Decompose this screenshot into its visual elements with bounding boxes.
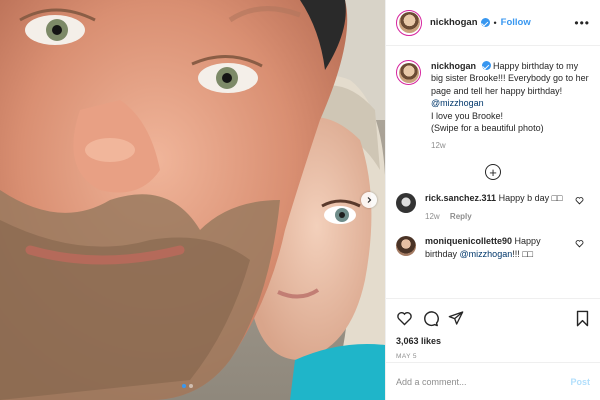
comment-mention[interactable]: @mizzhogan	[460, 249, 513, 259]
comment-like-icon[interactable]	[575, 239, 584, 248]
caption-mention[interactable]: @mizzhogan	[431, 98, 484, 108]
verified-icon	[480, 18, 490, 27]
caption-line-3: (Swipe for a beautiful photo)	[431, 123, 544, 134]
post-side-panel: nickhogan • Follow ••• nickhogan Happy b…	[385, 0, 600, 400]
chevron-right-icon	[367, 197, 372, 203]
load-more-comments-button[interactable]: +	[485, 164, 501, 181]
more-options-button[interactable]: •••	[574, 17, 590, 29]
share-icon	[448, 311, 464, 325]
caption-avatar[interactable]	[396, 60, 421, 85]
comment-timestamp: 12w	[425, 211, 440, 221]
comment-meta: 12w Reply	[425, 211, 575, 223]
caption-text: nickhogan Happy birthday to my big siste…	[431, 60, 590, 134]
comment-button[interactable]	[422, 310, 439, 327]
carousel-dot	[189, 384, 193, 388]
commenter-avatar[interactable]	[396, 193, 416, 214]
author-avatar[interactable]	[396, 9, 422, 36]
reply-button[interactable]: Reply	[450, 212, 472, 221]
plus-circle-icon: +	[489, 164, 497, 180]
commenter-username[interactable]: moniquenicollette90	[425, 236, 512, 246]
next-photo-button[interactable]	[361, 192, 377, 208]
selfie-image	[0, 0, 385, 400]
commenter-avatar[interactable]	[396, 236, 416, 257]
post-actions: 3,063 likes MAY 5	[386, 298, 600, 360]
verified-icon	[481, 61, 491, 70]
comment-like-icon[interactable]	[575, 196, 584, 205]
caption-username[interactable]: nickhogan	[431, 61, 476, 71]
post-photo[interactable]	[0, 0, 385, 400]
like-button[interactable]	[396, 310, 413, 327]
comments-section[interactable]: nickhogan Happy birthday to my big siste…	[386, 46, 600, 294]
carousel-dot-active	[182, 384, 186, 388]
add-comment-bar: Post	[386, 362, 600, 400]
caption-timestamp: 12w	[431, 141, 446, 151]
heart-icon	[397, 311, 412, 326]
caption-line-2: I love you Brooke!	[431, 110, 504, 121]
post-caption: nickhogan Happy birthday to my big siste…	[396, 60, 590, 134]
comment-item: moniquenicollette90 Happy birthday @mizz…	[396, 235, 590, 260]
post-comment-button[interactable]: Post	[570, 377, 590, 387]
author-username[interactable]: nickhogan	[430, 17, 478, 28]
likes-count[interactable]: 3,063 likes	[396, 336, 590, 346]
save-button[interactable]	[575, 310, 590, 327]
bookmark-icon	[576, 310, 589, 326]
post-date: MAY 5	[396, 353, 417, 360]
comment-text: Happy b day □□	[498, 193, 563, 204]
header-separator: •	[493, 17, 497, 28]
instagram-post: nickhogan • Follow ••• nickhogan Happy b…	[0, 0, 600, 400]
comment-input[interactable]	[396, 376, 571, 387]
commenter-username[interactable]: rick.sanchez.311	[425, 193, 496, 203]
comment-item: rick.sanchez.311 Happy b day □□ 12w Repl…	[396, 192, 590, 223]
comment-suffix: !!! □□	[512, 248, 534, 259]
post-header: nickhogan • Follow •••	[386, 0, 600, 46]
share-button[interactable]	[448, 310, 464, 326]
comment-icon	[424, 310, 439, 326]
carousel-indicator	[182, 384, 193, 388]
follow-button[interactable]: Follow	[501, 17, 531, 28]
